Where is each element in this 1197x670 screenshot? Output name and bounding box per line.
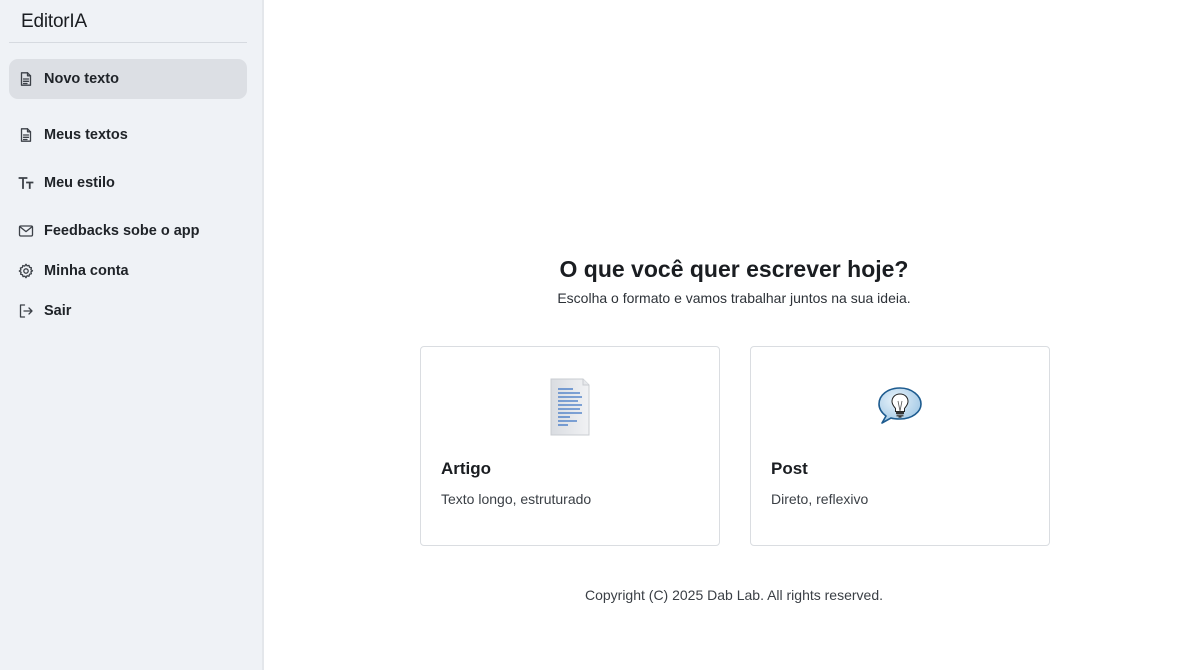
card-title: Artigo: [441, 459, 492, 478]
card-description: Direto, reflexivo: [771, 491, 869, 507]
sidebar-item-label: Feedbacks sobe o app: [44, 223, 200, 239]
main-content: O que você quer escrever hoje? Escolha o…: [266, 0, 1197, 670]
brand-logo-text: EditorIA: [21, 11, 87, 32]
card-title: Post: [771, 459, 808, 478]
format-card-post[interactable]: Post Direto, reflexivo: [750, 346, 1050, 546]
mail-icon: [18, 223, 34, 239]
sidebar-item-minha-conta[interactable]: Minha conta: [9, 251, 247, 291]
page-title: O que você quer escrever hoje?: [559, 256, 909, 282]
page-subtitle: Escolha o formato e vamos trabalhar junt…: [557, 290, 911, 306]
sidebar-item-label: Meus textos: [44, 127, 128, 143]
logout-icon: [18, 303, 34, 319]
card-description: Texto longo, estruturado: [441, 491, 592, 507]
sidebar-item-label: Meu estilo: [44, 175, 115, 191]
sidebar-item-label: Novo texto: [44, 71, 119, 87]
sidebar-item-meu-estilo[interactable]: Meu estilo: [9, 163, 247, 203]
sidebar-item-novo-texto[interactable]: Novo texto: [9, 59, 247, 99]
copyright-footer: Copyright (C) 2025 Dab Lab. All rights r…: [584, 587, 884, 603]
document-icon: [18, 71, 34, 87]
document-page-icon: [540, 375, 600, 439]
format-card-artigo[interactable]: Artigo Texto longo, estruturado: [420, 346, 720, 546]
sidebar-item-label: Sair: [44, 303, 72, 319]
app-root: EditorIA Novo texto Meus textos Meu esti…: [0, 0, 1197, 670]
document-icon: [18, 127, 34, 143]
sidebar-item-label: Minha conta: [44, 263, 129, 279]
brand-divider: [9, 42, 247, 43]
sidebar-item-feedbacks[interactable]: Feedbacks sobe o app: [9, 211, 247, 251]
lightbulb-speech-icon: [870, 375, 930, 439]
sidebar: EditorIA Novo texto Meus textos Meu esti…: [0, 0, 264, 670]
text-size-icon: [18, 175, 34, 191]
sidebar-item-meus-textos[interactable]: Meus textos: [9, 115, 247, 155]
gear-icon: [18, 263, 34, 279]
sidebar-item-sair[interactable]: Sair: [9, 291, 247, 331]
